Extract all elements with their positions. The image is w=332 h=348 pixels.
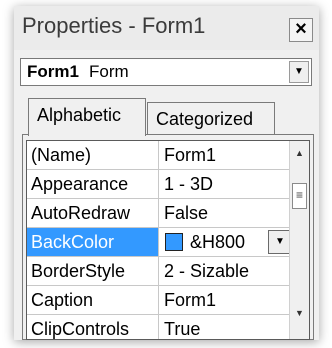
object-type: Form	[89, 62, 129, 81]
property-row-selected[interactable]: BackColor &H800 ▼	[27, 228, 292, 257]
property-name: AutoRedraw	[27, 199, 159, 227]
property-row[interactable]: BorderStyle 2 - Sizable	[27, 257, 289, 286]
property-row[interactable]: Appearance 1 - 3D	[27, 170, 289, 199]
property-name: Caption	[27, 286, 159, 314]
tab-categorized[interactable]: Categorized	[147, 102, 275, 134]
close-button[interactable]: ×	[289, 18, 313, 42]
object-name: Form1	[27, 62, 79, 81]
property-row[interactable]: ClipControls True	[27, 315, 292, 339]
window-title: Properties - Form1	[22, 13, 206, 38]
tab-alphabetic[interactable]: Alphabetic	[28, 98, 146, 136]
color-value-text: &H800	[190, 232, 246, 252]
property-row[interactable]: AutoRedraw False	[27, 199, 289, 228]
property-name: ClipControls	[27, 315, 159, 339]
chevron-down-icon[interactable]: ▼	[289, 61, 309, 83]
property-name: Appearance	[27, 170, 159, 198]
properties-window: Properties - Form1 × Form1 Form ▼ Alphab…	[14, 6, 319, 340]
vertical-scrollbar[interactable]: ▲ ≡ ▼	[289, 141, 309, 339]
property-value[interactable]: Form1	[160, 286, 292, 314]
property-name: (Name)	[27, 141, 159, 169]
property-value[interactable]: False	[160, 199, 292, 227]
property-row[interactable]: (Name) Form1	[27, 141, 289, 170]
property-row[interactable]: Caption Form1	[27, 286, 289, 315]
scroll-thumb[interactable]: ≡	[292, 183, 307, 209]
property-value[interactable]: Form1	[160, 141, 292, 169]
property-name: BackColor	[27, 228, 159, 256]
scroll-down-icon[interactable]: ▼	[290, 303, 309, 323]
property-value[interactable]: 2 - Sizable	[160, 257, 292, 285]
property-name: BorderStyle	[27, 257, 159, 285]
property-value[interactable]: 1 - 3D	[160, 170, 292, 198]
tab-alphabetic-label: Alphabetic	[37, 105, 122, 125]
property-value-color[interactable]: &H800 ▼	[160, 228, 292, 256]
tab-categorized-label: Categorized	[156, 109, 254, 129]
object-select[interactable]: Form1 Form ▼	[20, 58, 312, 86]
property-grid: (Name) Form1 Appearance 1 - 3D AutoRedra…	[26, 140, 310, 340]
title-bar[interactable]: Properties - Form1 ×	[14, 6, 319, 50]
color-swatch	[165, 233, 183, 251]
property-value[interactable]: True	[160, 315, 292, 339]
scroll-up-icon[interactable]: ▲	[290, 143, 309, 163]
